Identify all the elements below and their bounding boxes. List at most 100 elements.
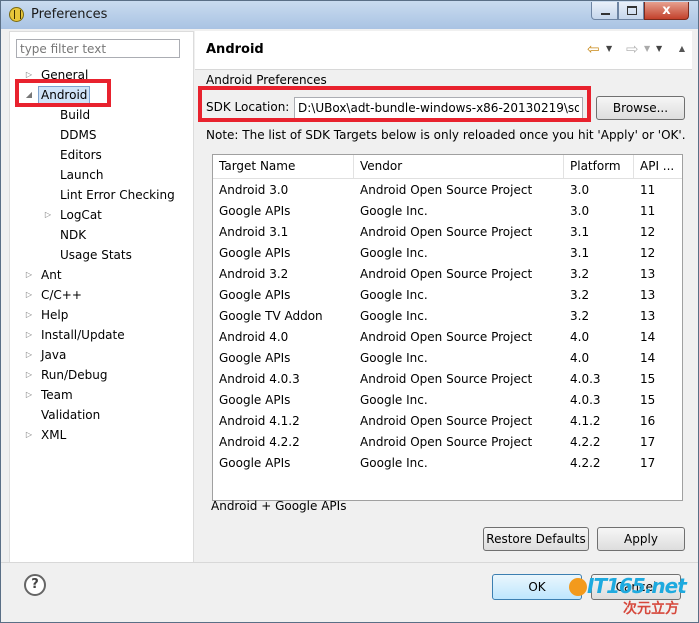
view-menu-icon[interactable]: ▼ <box>656 41 662 57</box>
expand-icon[interactable]: ▷ <box>24 365 34 385</box>
cell-api-level: 17 <box>640 435 656 449</box>
table-row[interactable]: Android 4.2.2 Android Open Source Project… <box>213 432 682 453</box>
cell-vendor: Android Open Source Project <box>360 414 533 428</box>
table-row[interactable]: Android 3.2 Android Open Source Project 3.… <box>213 264 682 285</box>
tree-item-label: Java <box>41 348 67 362</box>
preference-page: Android ⇦ ▼ ⇨ ▼ ▼ ▲ Android Preferences … <box>195 31 692 561</box>
cell-target-name: Google TV Addon <box>219 309 323 323</box>
table-row[interactable]: Google TV Addon Google Inc. 3.2 13 <box>213 306 682 327</box>
expand-icon[interactable]: ▷ <box>24 325 34 345</box>
page-title: Android <box>206 42 264 57</box>
tree-item-label: LogCat <box>60 208 102 222</box>
forward-history-dropdown-icon[interactable]: ▼ <box>644 41 650 57</box>
cell-platform: 3.0 <box>570 183 590 197</box>
collapse-icon[interactable]: ◢ <box>24 85 34 105</box>
browse-button[interactable]: Browse... <box>596 96 685 120</box>
tree-item-label: Editors <box>60 148 102 162</box>
cell-vendor: Google Inc. <box>360 246 428 260</box>
tree-item-label: XML <box>41 428 67 442</box>
cell-api-level: 11 <box>640 204 656 218</box>
cell-api-level: 15 <box>640 393 656 407</box>
tree-item-label: Android <box>38 86 91 104</box>
table-row[interactable]: Android 3.1 Android Open Source Project 3.… <box>213 222 682 243</box>
close-icon: x <box>662 3 671 18</box>
tree-item-usage-stats[interactable]: Usage Stats <box>60 245 132 265</box>
expand-icon[interactable]: ▷ <box>24 305 34 325</box>
cell-api-level: 17 <box>640 456 656 470</box>
table-row[interactable]: Android 4.0.3 Android Open Source Project… <box>213 369 682 390</box>
tree-item-launch[interactable]: Launch <box>60 165 103 185</box>
ok-button[interactable]: OK <box>492 574 582 600</box>
table-row[interactable]: Google APIs Google Inc. 4.0 14 <box>213 348 682 369</box>
cell-target-name: Android 4.2.2 <box>219 435 300 449</box>
expand-icon[interactable]: ▷ <box>24 65 34 85</box>
tree-item-label: Build <box>60 108 91 122</box>
cell-platform: 4.0.3 <box>570 393 601 407</box>
tree-item-ndk[interactable]: NDK <box>60 225 86 245</box>
tree-item-lint-error-checking[interactable]: Lint Error Checking <box>60 185 175 205</box>
expand-icon[interactable]: ▷ <box>24 285 34 305</box>
close-window-button[interactable]: x <box>644 2 689 20</box>
table-row[interactable]: Google APIs Google Inc. 3.2 13 <box>213 285 682 306</box>
expand-icon[interactable]: ▷ <box>43 205 53 225</box>
page-header: Android ⇦ ▼ ⇨ ▼ ▼ ▲ <box>195 31 692 70</box>
table-row[interactable]: Android 4.1.2 Android Open Source Project… <box>213 411 682 432</box>
cell-api-level: 11 <box>640 183 656 197</box>
sdk-location-input[interactable] <box>294 97 583 119</box>
table-row[interactable]: Google APIs Google Inc. 3.1 12 <box>213 243 682 264</box>
cell-api-level: 15 <box>640 372 656 386</box>
tree-item-editors[interactable]: Editors <box>60 145 102 165</box>
cell-target-name: Google APIs <box>219 204 291 218</box>
table-row[interactable]: Google APIs Google Inc. 4.0.3 15 <box>213 390 682 411</box>
cell-vendor: Android Open Source Project <box>360 267 533 281</box>
expand-icon[interactable]: ▷ <box>24 385 34 405</box>
cell-vendor: Android Open Source Project <box>360 330 533 344</box>
tree-item-label: Usage Stats <box>60 248 132 262</box>
cell-platform: 3.0 <box>570 204 590 218</box>
column-header-api-level[interactable]: API ... <box>634 155 682 178</box>
cell-platform: 3.2 <box>570 267 590 281</box>
selected-targets-summary: Android + Google APIs <box>211 499 347 513</box>
forward-arrow-icon[interactable]: ⇨ <box>626 39 639 59</box>
cell-vendor: Android Open Source Project <box>360 435 533 449</box>
tree-item-validation[interactable]: Validation <box>41 405 100 425</box>
tree-item-label: C/C++ <box>41 288 82 302</box>
title-bar: Preferences x <box>1 1 698 29</box>
restore-defaults-button[interactable]: Restore Defaults <box>483 527 589 551</box>
cancel-button[interactable]: Cancel <box>591 574 681 600</box>
back-history-dropdown-icon[interactable]: ▼ <box>606 41 612 57</box>
cell-api-level: 13 <box>640 309 656 323</box>
cell-vendor: Google Inc. <box>360 204 428 218</box>
tree-item-build[interactable]: Build <box>60 105 90 125</box>
column-header-vendor[interactable]: Vendor <box>354 155 564 178</box>
cell-target-name: Google APIs <box>219 246 291 260</box>
table-row[interactable]: Google APIs Google Inc. 3.0 11 <box>213 201 682 222</box>
cell-target-name: Android 3.1 <box>219 225 289 239</box>
filter-input[interactable] <box>16 39 180 58</box>
cell-target-name: Android 4.1.2 <box>219 414 300 428</box>
help-icon[interactable]: ? <box>24 574 46 596</box>
back-arrow-icon[interactable]: ⇦ <box>587 39 600 59</box>
cell-vendor: Android Open Source Project <box>360 183 533 197</box>
minimize-button[interactable] <box>591 2 618 20</box>
table-row[interactable]: Android 4.0 Android Open Source Project 4.… <box>213 327 682 348</box>
table-header: Target Name Vendor Platform API ... <box>213 155 682 179</box>
expand-icon[interactable]: ▷ <box>24 345 34 365</box>
column-header-platform[interactable]: Platform <box>564 155 634 178</box>
expand-icon[interactable]: ▷ <box>24 425 34 445</box>
tree-item-label: Launch <box>60 168 104 182</box>
tree-item-label: Run/Debug <box>41 368 108 382</box>
cell-platform: 3.2 <box>570 309 590 323</box>
apply-button[interactable]: Apply <box>597 527 685 551</box>
maximize-button[interactable] <box>618 2 644 20</box>
cell-vendor: Google Inc. <box>360 309 428 323</box>
table-row[interactable]: Google APIs Google Inc. 4.2.2 17 <box>213 453 682 474</box>
cell-target-name: Google APIs <box>219 288 291 302</box>
column-header-target-name[interactable]: Target Name <box>213 155 354 178</box>
cell-api-level: 13 <box>640 288 656 302</box>
section-label: Android Preferences <box>206 73 327 87</box>
scroll-up-icon[interactable]: ▲ <box>677 42 687 56</box>
expand-icon[interactable]: ▷ <box>24 265 34 285</box>
tree-item-ddms[interactable]: DDMS <box>60 125 96 145</box>
table-row[interactable]: Android 3.0 Android Open Source Project 3.… <box>213 180 682 201</box>
